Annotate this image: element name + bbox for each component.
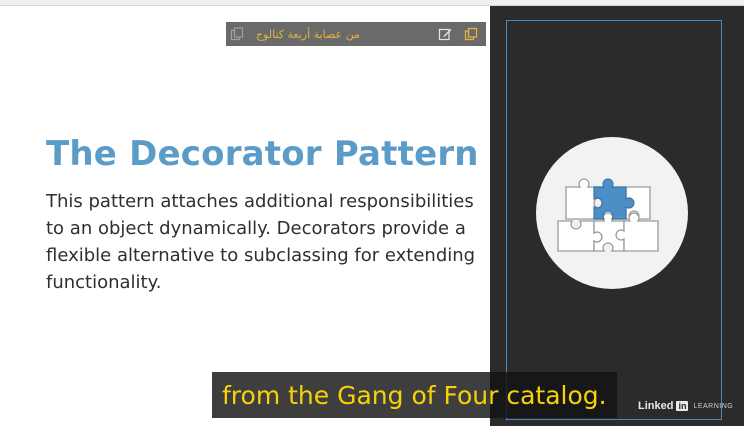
translated-text[interactable]: من عصابة أربعة كتالوج [256,28,360,41]
slide-title: The Decorator Pattern [46,134,479,174]
brand-in-badge: in [676,401,689,411]
subtitle-caption: from the Gang of Four catalog. [212,372,617,418]
edit-icon[interactable] [434,23,456,45]
duplicate-icon[interactable] [460,23,482,45]
translation-toolbar: من عصابة أربعة كتالوج [226,22,486,46]
brand-learning: LEARNING [693,402,734,410]
slide-graphic-panel: Linked in LEARNING [490,6,744,426]
copy-icon[interactable] [226,23,248,45]
slide-description: This pattern attaches additional respons… [46,191,476,293]
linkedin-learning-logo: Linked in LEARNING [638,400,733,412]
puzzle-icon [557,178,659,252]
subtitle-text: from the Gang of Four catalog. [222,380,607,410]
puzzle-circle [536,137,688,289]
slide-area: The Decorator Pattern This pattern attac… [0,6,490,426]
brand-word: Linked [638,400,674,412]
